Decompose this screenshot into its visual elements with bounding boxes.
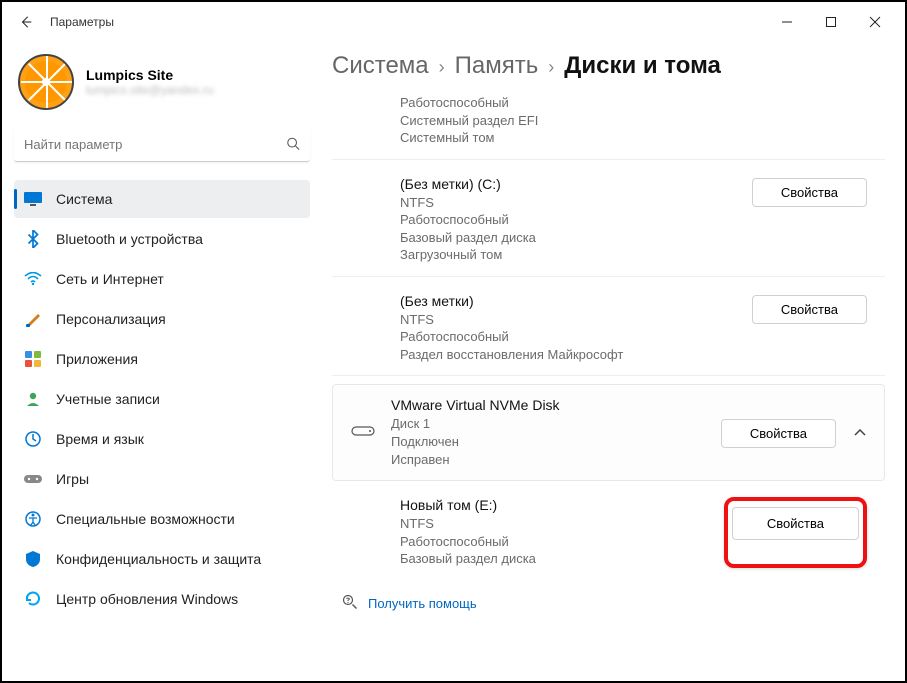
disk-meta: Диск 1 Подключен Исправен [391, 415, 721, 468]
volume-item[interactable]: Работоспособный Системный раздел EFI Сис… [332, 94, 885, 160]
nav-label: Специальные возможности [56, 511, 235, 527]
volume-title: (Без метки) (C:) [400, 176, 752, 192]
search-box [14, 128, 310, 162]
titlebar: Параметры [2, 2, 905, 42]
properties-button[interactable]: Свойства [752, 178, 867, 207]
clock-globe-icon [24, 430, 42, 448]
volume-item[interactable]: Новый том (E:) NTFS Работоспособный Базо… [332, 485, 885, 580]
apps-icon [24, 350, 42, 368]
arrow-left-icon [19, 15, 33, 29]
nav-item-apps[interactable]: Приложения [14, 340, 310, 378]
nav-label: Игры [56, 471, 89, 487]
nav-label: Конфиденциальность и защита [56, 551, 261, 567]
disk-icon [351, 424, 375, 442]
chevron-right-icon: › [439, 57, 445, 78]
nav-label: Центр обновления Windows [56, 591, 238, 607]
window-title: Параметры [50, 15, 114, 29]
nav-label: Bluetooth и устройства [56, 231, 203, 247]
chevron-right-icon: › [548, 57, 554, 78]
nav-item-system[interactable]: Система [14, 180, 310, 218]
close-button[interactable] [853, 6, 897, 38]
highlight-box: Свойства [724, 497, 867, 568]
person-icon [24, 390, 42, 408]
nav-item-personalization[interactable]: Персонализация [14, 300, 310, 338]
properties-button[interactable]: Свойства [721, 419, 836, 448]
volume-item[interactable]: (Без метки) NTFS Работоспособный Раздел … [332, 281, 885, 377]
volume-meta: NTFS Работоспособный Раздел восстановлен… [400, 311, 752, 364]
nav-label: Персонализация [56, 311, 166, 327]
nav-item-gaming[interactable]: Игры [14, 460, 310, 498]
page-title: Диски и тома [564, 52, 721, 80]
nav-item-accounts[interactable]: Учетные записи [14, 380, 310, 418]
profile-email: lumpics.site@yandex.ru [86, 83, 214, 97]
disk-title: VMware Virtual NVMe Disk [391, 397, 721, 413]
breadcrumb-system[interactable]: Система [332, 52, 429, 80]
volume-meta: Работоспособный Системный раздел EFI Сис… [400, 94, 867, 147]
nav-item-privacy[interactable]: Конфиденциальность и защита [14, 540, 310, 578]
profile-name: Lumpics Site [86, 67, 214, 83]
bluetooth-icon [24, 230, 42, 248]
properties-button[interactable]: Свойства [752, 295, 867, 324]
volume-title: Новый том (E:) [400, 497, 724, 513]
volume-meta: NTFS Работоспособный Базовый раздел диск… [400, 515, 724, 568]
volume-title: (Без метки) [400, 293, 752, 309]
chevron-up-icon[interactable] [854, 426, 866, 440]
nav-item-windows-update[interactable]: Центр обновления Windows [14, 580, 310, 618]
nav-label: Система [56, 191, 112, 207]
gamepad-icon [24, 470, 42, 488]
search-icon [286, 137, 300, 154]
volume-list: Работоспособный Системный раздел EFI Сис… [332, 94, 885, 580]
breadcrumb-storage[interactable]: Память [455, 52, 539, 80]
maximize-button[interactable] [809, 6, 853, 38]
help-row: Получить помощь [332, 594, 885, 613]
nav-item-bluetooth[interactable]: Bluetooth и устройства [14, 220, 310, 258]
properties-button-highlighted[interactable]: Свойства [732, 507, 859, 540]
help-icon [342, 594, 358, 613]
accessibility-icon [24, 510, 42, 528]
brush-icon [24, 310, 42, 328]
avatar [18, 54, 74, 110]
nav-label: Сеть и Интернет [56, 271, 164, 287]
update-icon [24, 590, 42, 608]
profile[interactable]: Lumpics Site lumpics.site@yandex.ru [14, 54, 310, 110]
nav-item-network[interactable]: Сеть и Интернет [14, 260, 310, 298]
breadcrumb: Система › Память › Диски и тома [332, 52, 885, 80]
wifi-icon [24, 270, 42, 288]
nav-label: Приложения [56, 351, 138, 367]
nav-label: Учетные записи [56, 391, 160, 407]
back-button[interactable] [10, 6, 42, 38]
volume-meta: NTFS Работоспособный Базовый раздел диск… [400, 194, 752, 264]
disk-item[interactable]: VMware Virtual NVMe Disk Диск 1 Подключе… [332, 384, 885, 481]
nav-item-accessibility[interactable]: Специальные возможности [14, 500, 310, 538]
monitor-icon [24, 190, 42, 208]
shield-icon [24, 550, 42, 568]
nav-list: Система Bluetooth и устройства Сеть и Ин… [14, 180, 310, 618]
minimize-button[interactable] [765, 6, 809, 38]
nav-item-time-language[interactable]: Время и язык [14, 420, 310, 458]
help-link[interactable]: Получить помощь [368, 596, 477, 611]
search-input[interactable] [14, 128, 310, 162]
volume-item[interactable]: (Без метки) (C:) NTFS Работоспособный Ба… [332, 164, 885, 277]
nav-label: Время и язык [56, 431, 144, 447]
main-content: Система › Память › Диски и тома Работосп… [322, 42, 905, 681]
sidebar: Lumpics Site lumpics.site@yandex.ru Сист… [2, 42, 322, 681]
